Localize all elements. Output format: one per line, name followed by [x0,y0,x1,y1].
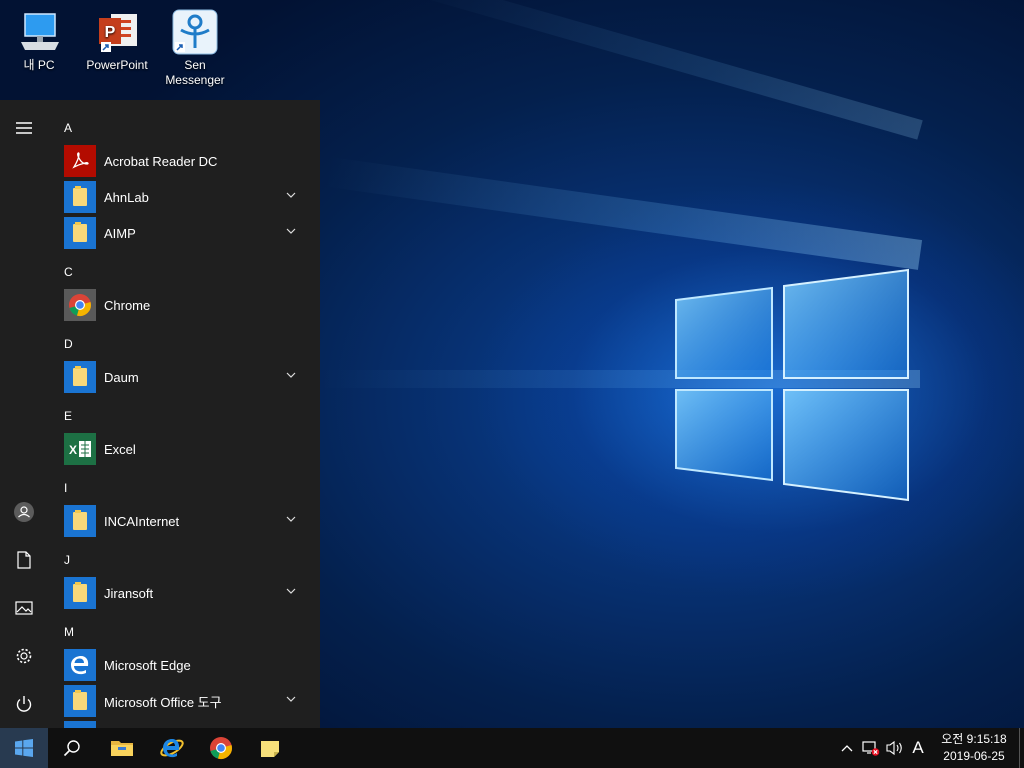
app-acrobat-reader-dc[interactable]: Acrobat Reader DC [64,145,304,177]
folder-icon [64,577,96,609]
file-explorer-icon [111,741,133,756]
sen-messenger-icon [171,8,219,56]
svg-text:P: P [105,24,116,41]
app-microsoft-edge[interactable]: Microsoft Edge [64,649,304,681]
excel-icon: X [64,433,96,465]
app-folder-ahnlab[interactable]: AhnLab [64,181,304,213]
clock[interactable]: 오전 9:15:18 2019-06-25 [932,731,1016,765]
desktop-icon-label: PowerPoint [86,58,148,72]
sticky-notes-icon [261,741,279,757]
desktop-icon-sen-messenger[interactable]: Sen Messenger [160,8,230,88]
app-label: Daum [104,369,139,385]
taskbar-sticky-notes[interactable] [246,728,294,768]
network-status-button[interactable] [860,728,882,768]
app-folder-jiransoft[interactable]: Jiransoft [64,577,304,609]
light-beam [323,156,923,270]
app-excel[interactable]: X Excel [64,433,304,465]
settings-icon[interactable] [12,644,36,668]
power-icon[interactable] [12,692,36,716]
section-letter-j[interactable]: J [64,553,70,567]
app-label: Jiransoft [104,585,154,601]
app-label: Microsoft Edge [104,657,191,673]
acrobat-icon [64,145,96,177]
chevron-down-icon [286,192,296,198]
app-label: Microsoft Office 도구 [104,694,222,710]
start-menu: A Acrobat Reader DC AhnLab AIMP C Chrome… [0,100,320,728]
volume-button[interactable] [884,728,906,768]
folder-icon [64,217,96,249]
app-folder-incainternet[interactable]: INCAInternet [64,505,304,537]
show-desktop-button[interactable] [1019,728,1020,768]
chevron-down-icon [286,228,296,234]
app-partial-next[interactable] [64,721,304,728]
section-letter-e[interactable]: E [64,409,72,423]
desktop-icon-my-pc[interactable]: 내 PC [4,8,74,73]
folder-icon [64,685,96,717]
documents-icon[interactable] [12,548,36,572]
edge-icon [64,649,96,681]
light-beam [398,0,923,140]
search-icon [63,740,80,757]
chevron-down-icon [286,516,296,522]
start-icon [15,739,33,757]
desktop-icon-powerpoint[interactable]: P PowerPoint [82,8,152,73]
chevron-up-icon [841,745,853,752]
clock-date: 2019-06-25 [943,749,1005,763]
app-label: Excel [104,441,136,457]
internet-explorer-icon [160,739,184,758]
chrome-icon [210,737,232,759]
user-icon[interactable] [12,500,36,524]
section-letter-c[interactable]: C [64,265,73,279]
network-disconnected-icon [862,741,880,756]
chevron-down-icon [286,588,296,594]
powerpoint-icon: P [93,8,141,56]
menu-icon[interactable] [12,116,36,140]
start-menu-rail [0,100,48,728]
taskbar-chrome[interactable] [197,728,245,768]
windows-logo-glow [672,266,912,506]
svg-text:X: X [69,443,77,457]
pictures-icon[interactable] [12,596,36,620]
app-chrome[interactable]: Chrome [64,289,304,321]
section-letter-d[interactable]: D [64,337,73,351]
app-folder-microsoft-office-tools[interactable]: Microsoft Office 도구 [64,685,304,717]
section-letter-m[interactable]: M [64,625,74,639]
app-folder-aimp[interactable]: AIMP [64,217,304,249]
app-tile-icon [64,721,96,728]
app-label: INCAInternet [104,513,180,529]
chevron-down-icon [286,696,296,702]
taskbar: A 오전 9:15:18 2019-06-25 [0,728,1024,768]
folder-icon [64,181,96,213]
app-label: AhnLab [104,189,149,205]
folder-icon [64,505,96,537]
taskbar-internet-explorer[interactable] [148,728,196,768]
chrome-icon [64,289,96,321]
app-label: AIMP [104,225,136,241]
taskbar-file-explorer[interactable] [98,728,146,768]
section-letter-a[interactable]: A [64,121,72,135]
desktop-icon-label: Sen Messenger [165,58,225,87]
app-list: A Acrobat Reader DC AhnLab AIMP C Chrome… [48,100,320,728]
search-button[interactable] [48,728,96,768]
show-hidden-icons-button[interactable] [838,728,856,768]
section-letter-i[interactable]: I [64,481,67,495]
start-button[interactable] [0,728,48,768]
app-label: Chrome [104,297,151,313]
desktop-icon-label: 내 PC [23,58,55,72]
app-label: Acrobat Reader DC [104,153,218,169]
chevron-down-icon [286,372,296,378]
clock-time: 오전 9:15:18 [941,732,1007,746]
volume-icon [886,740,902,756]
folder-icon [64,361,96,393]
app-folder-daum[interactable]: Daum [64,361,304,393]
input-indicator[interactable]: A [907,728,929,768]
pc-icon [15,8,63,56]
